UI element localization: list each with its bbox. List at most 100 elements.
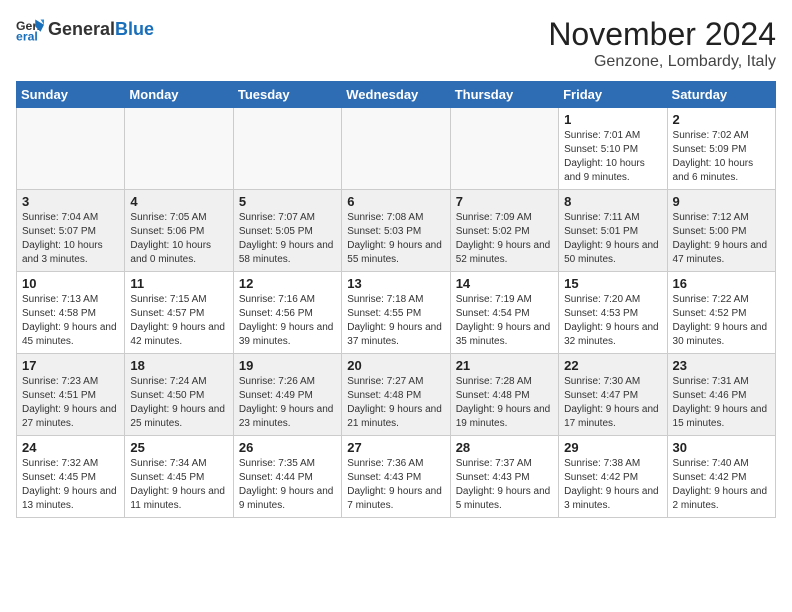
day-info: Sunrise: 7:11 AM Sunset: 5:01 PM Dayligh… [564, 211, 661, 267]
day-number: 1 [564, 112, 661, 127]
calendar-cell [17, 108, 125, 190]
calendar-cell: 27 Sunrise: 7:36 AM Sunset: 4:43 PM Dayli… [342, 436, 450, 518]
calendar-cell: 4 Sunrise: 7:05 AM Sunset: 5:06 PM Daylig… [125, 190, 233, 272]
day-info: Sunrise: 7:20 AM Sunset: 4:53 PM Dayligh… [564, 293, 661, 349]
day-number: 21 [456, 358, 553, 373]
logo: Gen eral GeneralBlue [16, 16, 154, 44]
day-number: 10 [22, 276, 119, 291]
calendar-cell: 16Sunrise: 7:22 AM Sunset: 4:52 PM Dayli… [667, 272, 775, 354]
day-number: 6 [347, 194, 444, 209]
logo-general-text: GeneralBlue [48, 20, 154, 40]
day-number: 7 [456, 194, 553, 209]
calendar-cell: 6 Sunrise: 7:08 AM Sunset: 5:03 PM Daylig… [342, 190, 450, 272]
day-info: Sunrise: 7:09 AM Sunset: 5:02 PM Dayligh… [456, 211, 553, 267]
calendar-cell: 1 Sunrise: 7:01 AM Sunset: 5:10 PM Daylig… [559, 108, 667, 190]
calendar-cell: 12 Sunrise: 7:16 AM Sunset: 4:56 PM Dayli… [233, 272, 341, 354]
weekday-header-thursday: Thursday [450, 82, 558, 108]
day-number: 8 [564, 194, 661, 209]
calendar-cell: 14 Sunrise: 7:19 AM Sunset: 4:54 PM Dayli… [450, 272, 558, 354]
day-number: 16 [673, 276, 770, 291]
day-number: 17 [22, 358, 119, 373]
day-info: Sunrise: 7:40 AM Sunset: 4:42 PM Dayligh… [673, 457, 770, 513]
calendar-cell: 10 Sunrise: 7:13 AM Sunset: 4:58 PM Dayli… [17, 272, 125, 354]
day-info: Sunrise: 7:24 AM Sunset: 4:50 PM Dayligh… [130, 375, 227, 431]
calendar-cell: 2 Sunrise: 7:02 AM Sunset: 5:09 PM Daylig… [667, 108, 775, 190]
calendar-cell [125, 108, 233, 190]
day-info: Sunrise: 7:32 AM Sunset: 4:45 PM Dayligh… [22, 457, 119, 513]
day-number: 22 [564, 358, 661, 373]
calendar-cell: 8 Sunrise: 7:11 AM Sunset: 5:01 PM Daylig… [559, 190, 667, 272]
calendar-cell [233, 108, 341, 190]
day-info: Sunrise: 7:38 AM Sunset: 4:42 PM Dayligh… [564, 457, 661, 513]
weekday-header-sunday: Sunday [17, 82, 125, 108]
day-info: Sunrise: 7:19 AM Sunset: 4:54 PM Dayligh… [456, 293, 553, 349]
calendar-cell: 21 Sunrise: 7:28 AM Sunset: 4:48 PM Dayli… [450, 354, 558, 436]
day-number: 11 [130, 276, 227, 291]
week-row-5: 24 Sunrise: 7:32 AM Sunset: 4:45 PM Dayli… [17, 436, 776, 518]
calendar-cell: 13 Sunrise: 7:18 AM Sunset: 4:55 PM Dayli… [342, 272, 450, 354]
day-number: 20 [347, 358, 444, 373]
day-info: Sunrise: 7:35 AM Sunset: 4:44 PM Dayligh… [239, 457, 336, 513]
day-number: 28 [456, 440, 553, 455]
day-number: 13 [347, 276, 444, 291]
day-info: Sunrise: 7:12 AM Sunset: 5:00 PM Dayligh… [673, 211, 770, 267]
day-number: 26 [239, 440, 336, 455]
week-row-3: 10 Sunrise: 7:13 AM Sunset: 4:58 PM Dayli… [17, 272, 776, 354]
day-info: Sunrise: 7:18 AM Sunset: 4:55 PM Dayligh… [347, 293, 444, 349]
day-info: Sunrise: 7:28 AM Sunset: 4:48 PM Dayligh… [456, 375, 553, 431]
day-info: Sunrise: 7:05 AM Sunset: 5:06 PM Dayligh… [130, 211, 227, 267]
calendar-cell: 11 Sunrise: 7:15 AM Sunset: 4:57 PM Dayli… [125, 272, 233, 354]
day-number: 24 [22, 440, 119, 455]
calendar-cell: 25 Sunrise: 7:34 AM Sunset: 4:45 PM Dayli… [125, 436, 233, 518]
week-row-1: 1 Sunrise: 7:01 AM Sunset: 5:10 PM Daylig… [17, 108, 776, 190]
week-row-4: 17 Sunrise: 7:23 AM Sunset: 4:51 PM Dayli… [17, 354, 776, 436]
day-number: 27 [347, 440, 444, 455]
day-number: 19 [239, 358, 336, 373]
day-info: Sunrise: 7:36 AM Sunset: 4:43 PM Dayligh… [347, 457, 444, 513]
day-number: 25 [130, 440, 227, 455]
day-number: 29 [564, 440, 661, 455]
location-title: Genzone, Lombardy, Italy [548, 53, 776, 71]
day-info: Sunrise: 7:13 AM Sunset: 4:58 PM Dayligh… [22, 293, 119, 349]
day-info: Sunrise: 7:30 AM Sunset: 4:47 PM Dayligh… [564, 375, 661, 431]
calendar-cell: 15Sunrise: 7:20 AM Sunset: 4:53 PM Dayli… [559, 272, 667, 354]
calendar-cell: 20 Sunrise: 7:27 AM Sunset: 4:48 PM Dayli… [342, 354, 450, 436]
day-info: Sunrise: 7:31 AM Sunset: 4:46 PM Dayligh… [673, 375, 770, 431]
day-info: Sunrise: 7:04 AM Sunset: 5:07 PM Dayligh… [22, 211, 119, 267]
day-info: Sunrise: 7:08 AM Sunset: 5:03 PM Dayligh… [347, 211, 444, 267]
day-number: 4 [130, 194, 227, 209]
calendar-cell: 17 Sunrise: 7:23 AM Sunset: 4:51 PM Dayli… [17, 354, 125, 436]
day-number: 5 [239, 194, 336, 209]
day-number: 14 [456, 276, 553, 291]
week-row-2: 3 Sunrise: 7:04 AM Sunset: 5:07 PM Daylig… [17, 190, 776, 272]
day-number: 2 [673, 112, 770, 127]
day-info: Sunrise: 7:01 AM Sunset: 5:10 PM Dayligh… [564, 129, 661, 185]
weekday-header-wednesday: Wednesday [342, 82, 450, 108]
calendar-cell: 26 Sunrise: 7:35 AM Sunset: 4:44 PM Dayli… [233, 436, 341, 518]
day-info: Sunrise: 7:02 AM Sunset: 5:09 PM Dayligh… [673, 129, 770, 185]
logo-icon: Gen eral [16, 16, 44, 44]
day-info: Sunrise: 7:07 AM Sunset: 5:05 PM Dayligh… [239, 211, 336, 267]
day-number: 23 [673, 358, 770, 373]
day-info: Sunrise: 7:23 AM Sunset: 4:51 PM Dayligh… [22, 375, 119, 431]
weekday-header-monday: Monday [125, 82, 233, 108]
day-info: Sunrise: 7:27 AM Sunset: 4:48 PM Dayligh… [347, 375, 444, 431]
day-number: 30 [673, 440, 770, 455]
calendar-cell: 19 Sunrise: 7:26 AM Sunset: 4:49 PM Dayli… [233, 354, 341, 436]
calendar-cell: 24 Sunrise: 7:32 AM Sunset: 4:45 PM Dayli… [17, 436, 125, 518]
title-area: November 2024 Genzone, Lombardy, Italy [548, 16, 776, 71]
day-info: Sunrise: 7:34 AM Sunset: 4:45 PM Dayligh… [130, 457, 227, 513]
day-info: Sunrise: 7:37 AM Sunset: 4:43 PM Dayligh… [456, 457, 553, 513]
weekday-header-saturday: Saturday [667, 82, 775, 108]
calendar-cell [450, 108, 558, 190]
day-number: 3 [22, 194, 119, 209]
day-info: Sunrise: 7:16 AM Sunset: 4:56 PM Dayligh… [239, 293, 336, 349]
page-header: Gen eral GeneralBlue November 2024 Genzo… [16, 16, 776, 71]
day-number: 12 [239, 276, 336, 291]
calendar-cell: 5 Sunrise: 7:07 AM Sunset: 5:05 PM Daylig… [233, 190, 341, 272]
day-number: 9 [673, 194, 770, 209]
calendar-cell: 23 Sunrise: 7:31 AM Sunset: 4:46 PM Dayli… [667, 354, 775, 436]
day-info: Sunrise: 7:15 AM Sunset: 4:57 PM Dayligh… [130, 293, 227, 349]
calendar-cell: 29 Sunrise: 7:38 AM Sunset: 4:42 PM Dayli… [559, 436, 667, 518]
day-info: Sunrise: 7:26 AM Sunset: 4:49 PM Dayligh… [239, 375, 336, 431]
